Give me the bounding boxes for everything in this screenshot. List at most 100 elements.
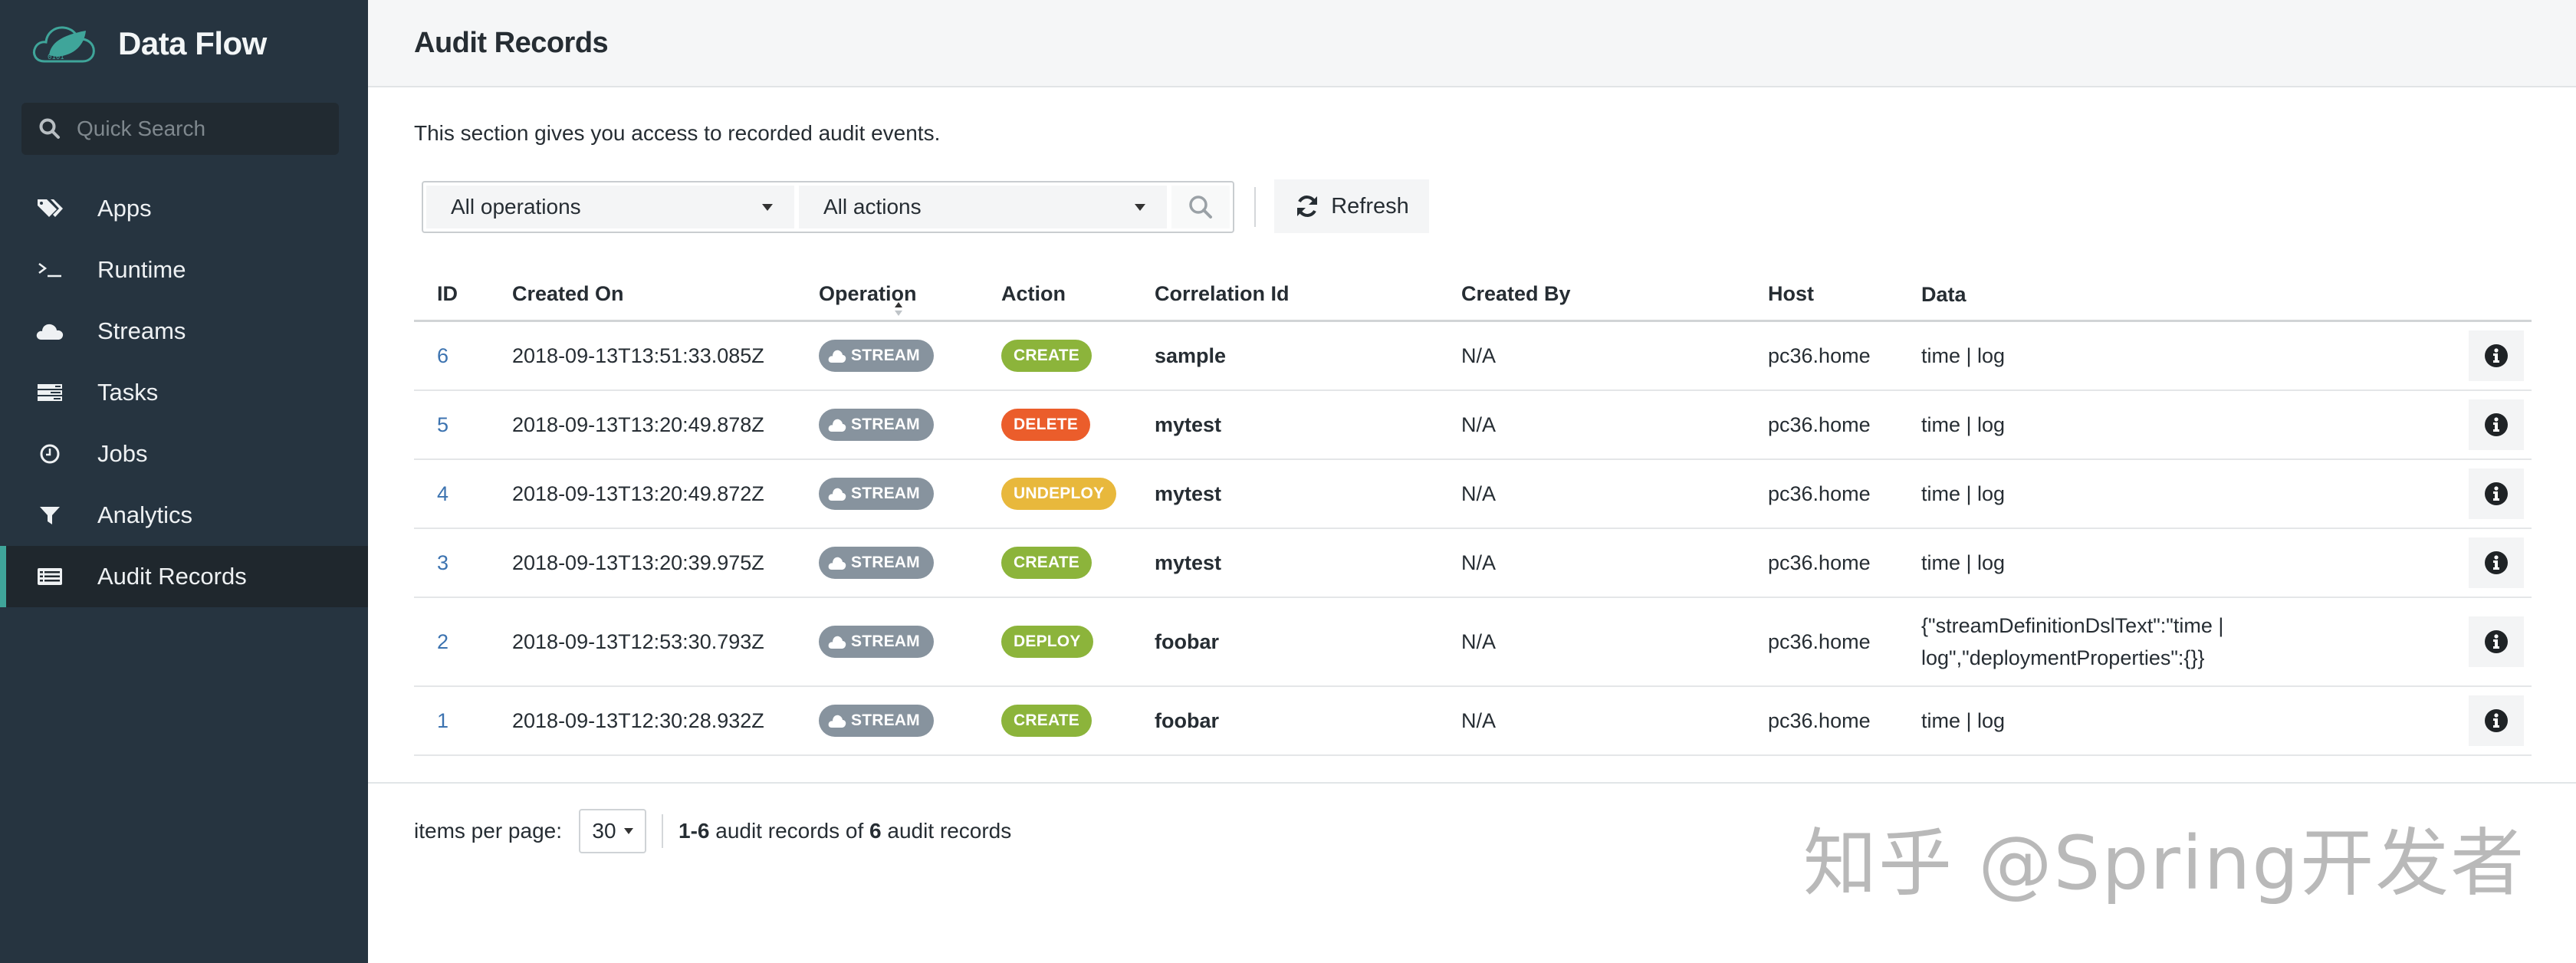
operation-badge: STREAM bbox=[819, 478, 934, 510]
cloud-icon bbox=[828, 715, 846, 728]
operation-badge-label: STREAM bbox=[851, 485, 920, 502]
action-badge: DELETE bbox=[1001, 409, 1091, 441]
action-badge: CREATE bbox=[1001, 340, 1092, 372]
details-button[interactable] bbox=[2469, 695, 2524, 746]
tags-icon bbox=[34, 193, 65, 224]
details-button[interactable] bbox=[2469, 330, 2524, 381]
sidebar-item-label: Audit Records bbox=[97, 563, 247, 590]
pagination: items per page: 30 1-6 audit records of … bbox=[414, 808, 1011, 854]
search-icon bbox=[39, 118, 60, 139]
cell-host: pc36.home bbox=[1768, 629, 1871, 653]
page-title: Audit Records bbox=[414, 26, 609, 59]
refresh-label: Refresh bbox=[1331, 193, 1409, 219]
cloud-icon bbox=[828, 488, 846, 501]
cell-data: {"streamDefinitionDslText":"time | log",… bbox=[1921, 614, 2224, 669]
pagination-total: 6 bbox=[869, 819, 882, 843]
audit-records-table: ID Created On Operation Action Correlati… bbox=[414, 268, 2532, 756]
cell-data: time | log bbox=[1921, 551, 2006, 574]
column-header-host: Host bbox=[1768, 282, 1814, 305]
sidebar-item-tasks[interactable]: Tasks bbox=[0, 362, 368, 423]
cell-created-by: N/A bbox=[1461, 412, 1497, 436]
items-per-page-select[interactable]: 30 bbox=[579, 809, 646, 853]
cell-created-on: 2018-09-13T13:20:39.975Z bbox=[512, 551, 764, 574]
table-body: 6 2018-09-13T13:51:33.085Z STREAM CREATE sam… bbox=[414, 322, 2532, 756]
operation-badge: STREAM bbox=[819, 340, 934, 372]
cell-correlation-id: sample bbox=[1155, 343, 1227, 367]
operation-badge-label: STREAM bbox=[851, 633, 920, 650]
cell-data: time | log bbox=[1921, 344, 2006, 367]
cell-host: pc36.home bbox=[1768, 551, 1871, 574]
details-button[interactable] bbox=[2469, 616, 2524, 667]
sidebar-item-streams[interactable]: Streams bbox=[0, 301, 368, 362]
cell-details bbox=[2440, 537, 2532, 588]
operation-badge: STREAM bbox=[819, 547, 934, 579]
record-id-link[interactable]: 1 bbox=[437, 709, 449, 732]
details-button[interactable] bbox=[2469, 468, 2524, 519]
record-id-link[interactable]: 5 bbox=[437, 413, 449, 436]
cell-created-by: N/A bbox=[1461, 708, 1497, 732]
sort-icon[interactable] bbox=[892, 297, 905, 320]
sidebar-item-analytics[interactable]: Analytics bbox=[0, 485, 368, 546]
cell-operation: STREAM bbox=[819, 478, 1001, 510]
column-header-id[interactable]: ID bbox=[414, 282, 512, 306]
cell-id: 6 bbox=[414, 344, 512, 368]
cell-correlation-id: foobar bbox=[1155, 629, 1219, 653]
operations-select[interactable]: All operations bbox=[426, 186, 794, 228]
cell-created-on: 2018-09-13T13:51:33.085Z bbox=[512, 343, 764, 367]
cell-host: pc36.home bbox=[1768, 482, 1871, 505]
sidebar-item-label: Analytics bbox=[97, 501, 193, 528]
actions-select[interactable]: All actions bbox=[799, 186, 1167, 228]
cell-created-on: 2018-09-13T12:30:28.932Z bbox=[512, 708, 764, 732]
action-badge: CREATE bbox=[1001, 705, 1092, 737]
record-id-link[interactable]: 3 bbox=[437, 551, 449, 574]
operation-badge: STREAM bbox=[819, 409, 934, 441]
cell-created-on: 2018-09-13T13:20:49.878Z bbox=[512, 412, 764, 436]
cell-id: 2 bbox=[414, 630, 512, 654]
cell-details bbox=[2440, 399, 2532, 450]
column-header-created-on[interactable]: Created On bbox=[512, 282, 902, 316]
pagination-summary: 1-6 audit records of 6 audit records bbox=[678, 819, 1011, 843]
cell-correlation-id: mytest bbox=[1155, 551, 1222, 574]
cell-details bbox=[2440, 468, 2532, 519]
cell-action: CREATE bbox=[1001, 340, 1155, 372]
cloud-icon bbox=[34, 316, 65, 347]
quick-search-input[interactable] bbox=[77, 117, 322, 141]
info-icon bbox=[2485, 482, 2508, 505]
clock-icon bbox=[34, 439, 65, 469]
cell-data: time | log bbox=[1921, 482, 2006, 505]
sidebar-item-jobs[interactable]: Jobs bbox=[0, 423, 368, 485]
quick-search[interactable] bbox=[21, 103, 339, 155]
page-description: This section gives you access to recorde… bbox=[414, 121, 941, 145]
svg-text:0101: 0101 bbox=[48, 54, 64, 61]
table-row: 1 2018-09-13T12:30:28.932Z STREAM CREATE foo… bbox=[414, 687, 2532, 756]
chevron-down-icon bbox=[762, 203, 773, 211]
sidebar-item-runtime[interactable]: Runtime bbox=[0, 239, 368, 301]
refresh-button[interactable]: Refresh bbox=[1274, 179, 1429, 233]
cell-id: 1 bbox=[414, 709, 512, 733]
record-id-link[interactable]: 2 bbox=[437, 630, 449, 653]
info-icon bbox=[2485, 630, 2508, 653]
terminal-icon bbox=[34, 255, 65, 285]
cell-id: 4 bbox=[414, 482, 512, 506]
sidebar-item-audit-records[interactable]: Audit Records bbox=[0, 546, 368, 607]
cell-created-by: N/A bbox=[1461, 482, 1497, 505]
column-header-action: Action bbox=[1001, 282, 1066, 305]
cell-created-on: 2018-09-13T12:53:30.793Z bbox=[512, 629, 764, 653]
cell-data: time | log bbox=[1921, 413, 2006, 436]
cell-id: 3 bbox=[414, 551, 512, 575]
divider bbox=[368, 782, 2576, 784]
cloud-icon bbox=[828, 557, 846, 570]
app-title: Data Flow bbox=[118, 25, 267, 61]
details-button[interactable] bbox=[2469, 399, 2524, 450]
table-row: 4 2018-09-13T13:20:49.872Z STREAM UNDEPLOY m… bbox=[414, 460, 2532, 529]
search-icon bbox=[1189, 196, 1212, 219]
search-button[interactable] bbox=[1171, 186, 1230, 228]
record-id-link[interactable]: 4 bbox=[437, 482, 449, 505]
sidebar-item-apps[interactable]: Apps bbox=[0, 178, 368, 239]
record-id-link[interactable]: 6 bbox=[437, 344, 449, 367]
cell-created-on: 2018-09-13T13:20:49.872Z bbox=[512, 482, 764, 505]
operations-select-value: All operations bbox=[451, 195, 581, 219]
brand[interactable]: 0101 Data Flow bbox=[31, 17, 267, 71]
cell-operation: STREAM bbox=[819, 340, 1001, 372]
details-button[interactable] bbox=[2469, 537, 2524, 588]
